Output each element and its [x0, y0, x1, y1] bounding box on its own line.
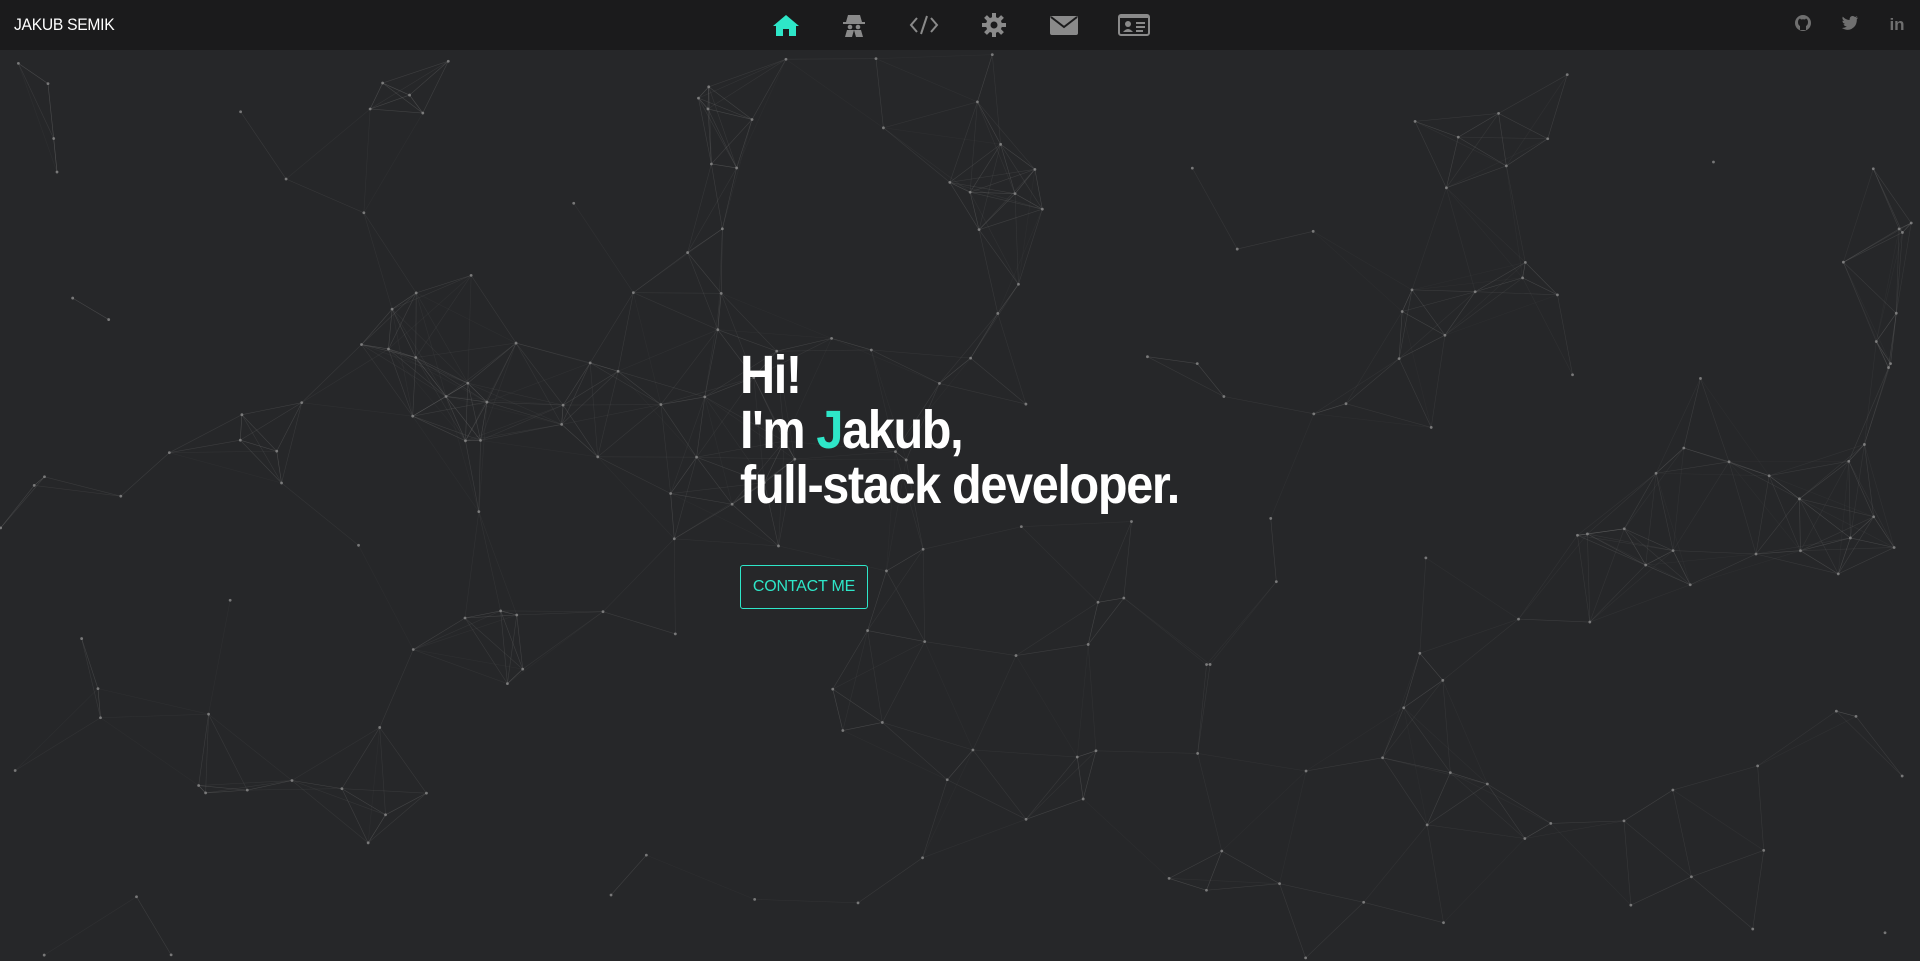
contact-me-button[interactable]: CONTACT ME: [740, 565, 868, 609]
hero-heading: Hi! I'm Jakub, full-stack developer.: [740, 345, 1180, 515]
nav-resume[interactable]: [1118, 10, 1150, 40]
nav-skills[interactable]: [978, 10, 1010, 40]
hero-section: Hi! I'm Jakub, full-stack developer. CON…: [740, 345, 1228, 609]
site-brand[interactable]: JAKUB SEMIK: [14, 0, 115, 50]
home-icon: [772, 13, 800, 37]
hero-name-initial: J: [816, 400, 843, 460]
spy-icon: [842, 12, 866, 38]
envelope-icon: [1049, 14, 1079, 36]
hero-greeting: Hi!: [740, 345, 802, 405]
github-link[interactable]: [1792, 14, 1814, 36]
hero-name-rest: akub,: [842, 400, 964, 460]
twitter-icon: [1841, 15, 1859, 36]
hero-role: full-stack developer.: [740, 455, 1180, 515]
twitter-link[interactable]: [1839, 14, 1861, 36]
nav-home[interactable]: [770, 10, 802, 40]
id-card-icon: [1118, 13, 1150, 37]
code-icon: [909, 14, 939, 36]
nav-contact[interactable]: [1048, 10, 1080, 40]
linkedin-link[interactable]: in: [1886, 14, 1908, 36]
nav-projects[interactable]: [908, 10, 940, 40]
hero-name-prefix: I'm: [740, 400, 817, 460]
github-icon: [1794, 14, 1812, 37]
top-navbar: JAKUB SEMIK in: [0, 0, 1920, 50]
gear-icon: [981, 12, 1007, 38]
linkedin-icon: in: [1889, 15, 1905, 34]
nav-about[interactable]: [838, 10, 870, 40]
